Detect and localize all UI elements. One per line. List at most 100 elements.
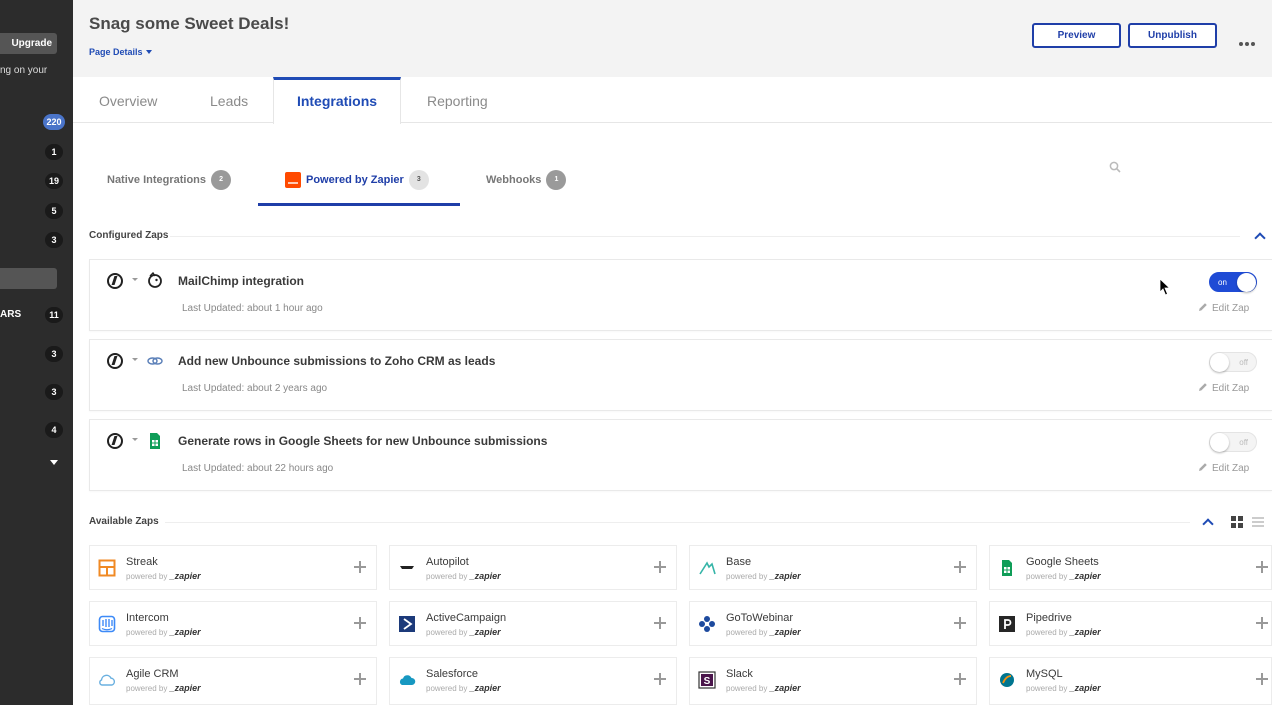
add-zap-plus-icon[interactable] (654, 617, 666, 629)
available-zap-card[interactable]: Base powered by _zapier (689, 545, 977, 590)
sidebar-count-badge[interactable]: 11 (45, 307, 63, 323)
powered-by-zapier: powered by _zapier (126, 683, 201, 693)
powered-by-zapier: powered by _zapier (1026, 627, 1101, 637)
zap-name: Add new Unbounce submissions to Zoho CRM… (178, 354, 496, 368)
app-name: Google Sheets (1026, 556, 1099, 568)
powered-by-zapier: powered by _zapier (1026, 571, 1101, 581)
zap-toggle[interactable]: off (1209, 432, 1257, 452)
edit-zap-link[interactable]: Edit Zap (1198, 462, 1249, 474)
subtab-webhooks[interactable]: Webhooks 1 (486, 169, 567, 191)
tab-integrations[interactable]: Integrations (273, 77, 401, 124)
tab-overview[interactable]: Overview (99, 77, 157, 123)
sidebar-count-badge[interactable]: 1 (45, 144, 63, 160)
sidebar-expand-caret-icon[interactable] (50, 460, 58, 465)
sidebar-count-badge[interactable]: 19 (45, 173, 63, 189)
grid-view-icon[interactable] (1231, 516, 1243, 528)
pipedrive-icon (999, 616, 1015, 632)
caret-down-icon (145, 50, 152, 54)
subtab-powered-by-zapier[interactable]: Powered by Zapier 3 (285, 169, 429, 191)
collapse-chevron-icon[interactable] (1202, 518, 1214, 530)
app-name: Autopilot (426, 556, 469, 568)
available-zap-card[interactable]: Google Sheets powered by _zapier (989, 545, 1272, 590)
available-zap-card[interactable]: S Slack powered by _zapier (689, 657, 977, 705)
sidebar-count-badge[interactable]: 3 (45, 384, 63, 400)
gotowebinar-icon (699, 616, 715, 632)
pencil-icon (1199, 463, 1207, 471)
google-sheets-icon (150, 433, 160, 449)
available-zap-card[interactable]: Salesforce powered by _zapier (389, 657, 677, 705)
add-zap-plus-icon[interactable] (354, 673, 366, 685)
app-name: Streak (126, 556, 158, 568)
page-title: Snag some Sweet Deals! (89, 14, 290, 33)
available-zap-card[interactable]: MySQL powered by _zapier (989, 657, 1272, 705)
zap-card[interactable]: Add new Unbounce submissions to Zoho CRM… (89, 339, 1272, 411)
powered-by-zapier: powered by _zapier (726, 627, 801, 637)
tab-reporting[interactable]: Reporting (427, 77, 488, 123)
base-icon (699, 561, 716, 575)
preview-button[interactable]: Preview (1032, 23, 1121, 48)
add-zap-plus-icon[interactable] (654, 673, 666, 685)
sidebar-count-badge[interactable]: 220 (43, 114, 65, 130)
powered-by-zapier: powered by _zapier (126, 627, 201, 637)
unpublish-button[interactable]: Unpublish (1128, 23, 1217, 48)
zap-card[interactable]: Generate rows in Google Sheets for new U… (89, 419, 1272, 491)
edit-zap-label: Edit Zap (1212, 463, 1250, 474)
sidebar-count-badge[interactable]: 5 (45, 203, 63, 219)
upgrade-button[interactable]: Upgrade (0, 33, 57, 54)
zapier-logo-icon (285, 172, 301, 189)
zap-last-updated: Last Updated: about 22 hours ago (182, 463, 334, 474)
app-name: Salesforce (426, 668, 478, 680)
mysql-icon (1000, 673, 1014, 687)
add-zap-plus-icon[interactable] (1256, 617, 1268, 629)
edit-zap-link[interactable]: Edit Zap (1198, 302, 1249, 314)
app-name: GoToWebinar (726, 612, 794, 624)
tab-leads[interactable]: Leads (210, 77, 248, 123)
subtab-native-integrations[interactable]: Native Integrations 2 (107, 169, 232, 191)
available-zap-card[interactable]: Pipedrive powered by _zapier (989, 601, 1272, 646)
toggle-label: off (1239, 438, 1248, 447)
sidebar-action-bar[interactable] (0, 268, 57, 289)
available-zap-card[interactable]: GoToWebinar powered by _zapier (689, 601, 977, 646)
available-zap-card[interactable]: Intercom powered by _zapier (89, 601, 377, 646)
add-zap-plus-icon[interactable] (954, 561, 966, 573)
mailchimp-icon (148, 272, 162, 288)
more-options-icon[interactable] (1239, 33, 1259, 46)
caret-down-icon[interactable] (132, 358, 138, 361)
app-name: MySQL (1026, 668, 1063, 680)
zap-toggle[interactable]: on (1209, 272, 1257, 292)
sidebar-count-badge[interactable]: 3 (45, 346, 63, 362)
page-details-dropdown[interactable]: Page Details (89, 47, 152, 57)
add-zap-plus-icon[interactable] (1256, 673, 1268, 685)
available-zap-card[interactable]: Streak powered by _zapier (89, 545, 377, 590)
main-tabs: Overview Leads Integrations Reporting (73, 77, 1272, 124)
intercom-icon (98, 615, 116, 633)
sidebar: Upgrade ng on your 220 1 19 5 3 ARS 11 3… (0, 0, 73, 705)
sidebar-section-label: ARS (0, 309, 22, 320)
streak-icon (98, 559, 116, 577)
app-name: Pipedrive (1026, 612, 1072, 624)
add-zap-plus-icon[interactable] (1256, 561, 1268, 573)
zap-toggle[interactable]: off (1209, 352, 1257, 372)
zap-card[interactable]: MailChimp integration Last Updated: abou… (89, 259, 1272, 331)
collapse-chevron-icon[interactable] (1254, 232, 1266, 244)
caret-down-icon[interactable] (132, 438, 138, 441)
list-view-icon[interactable] (1252, 517, 1264, 528)
slack-icon: S (698, 671, 716, 689)
caret-down-icon[interactable] (132, 278, 138, 281)
available-zap-card[interactable]: Agile CRM powered by _zapier (89, 657, 377, 705)
add-zap-plus-icon[interactable] (954, 617, 966, 629)
subtab-label: Webhooks (486, 174, 542, 186)
add-zap-plus-icon[interactable] (954, 673, 966, 685)
zapier-z-icon (107, 433, 123, 449)
add-zap-plus-icon[interactable] (654, 561, 666, 573)
count-badge: 1 (546, 170, 567, 191)
sidebar-count-badge[interactable]: 4 (45, 422, 63, 438)
add-zap-plus-icon[interactable] (354, 561, 366, 573)
sidebar-count-badge[interactable]: 3 (45, 232, 63, 248)
available-zap-card[interactable]: Autopilot powered by _zapier (389, 545, 677, 590)
search-icon[interactable] (1109, 161, 1121, 173)
add-zap-plus-icon[interactable] (354, 617, 366, 629)
mouse-cursor-icon (1159, 278, 1171, 296)
edit-zap-link[interactable]: Edit Zap (1198, 382, 1249, 394)
available-zap-card[interactable]: ActiveCampaign powered by _zapier (389, 601, 677, 646)
